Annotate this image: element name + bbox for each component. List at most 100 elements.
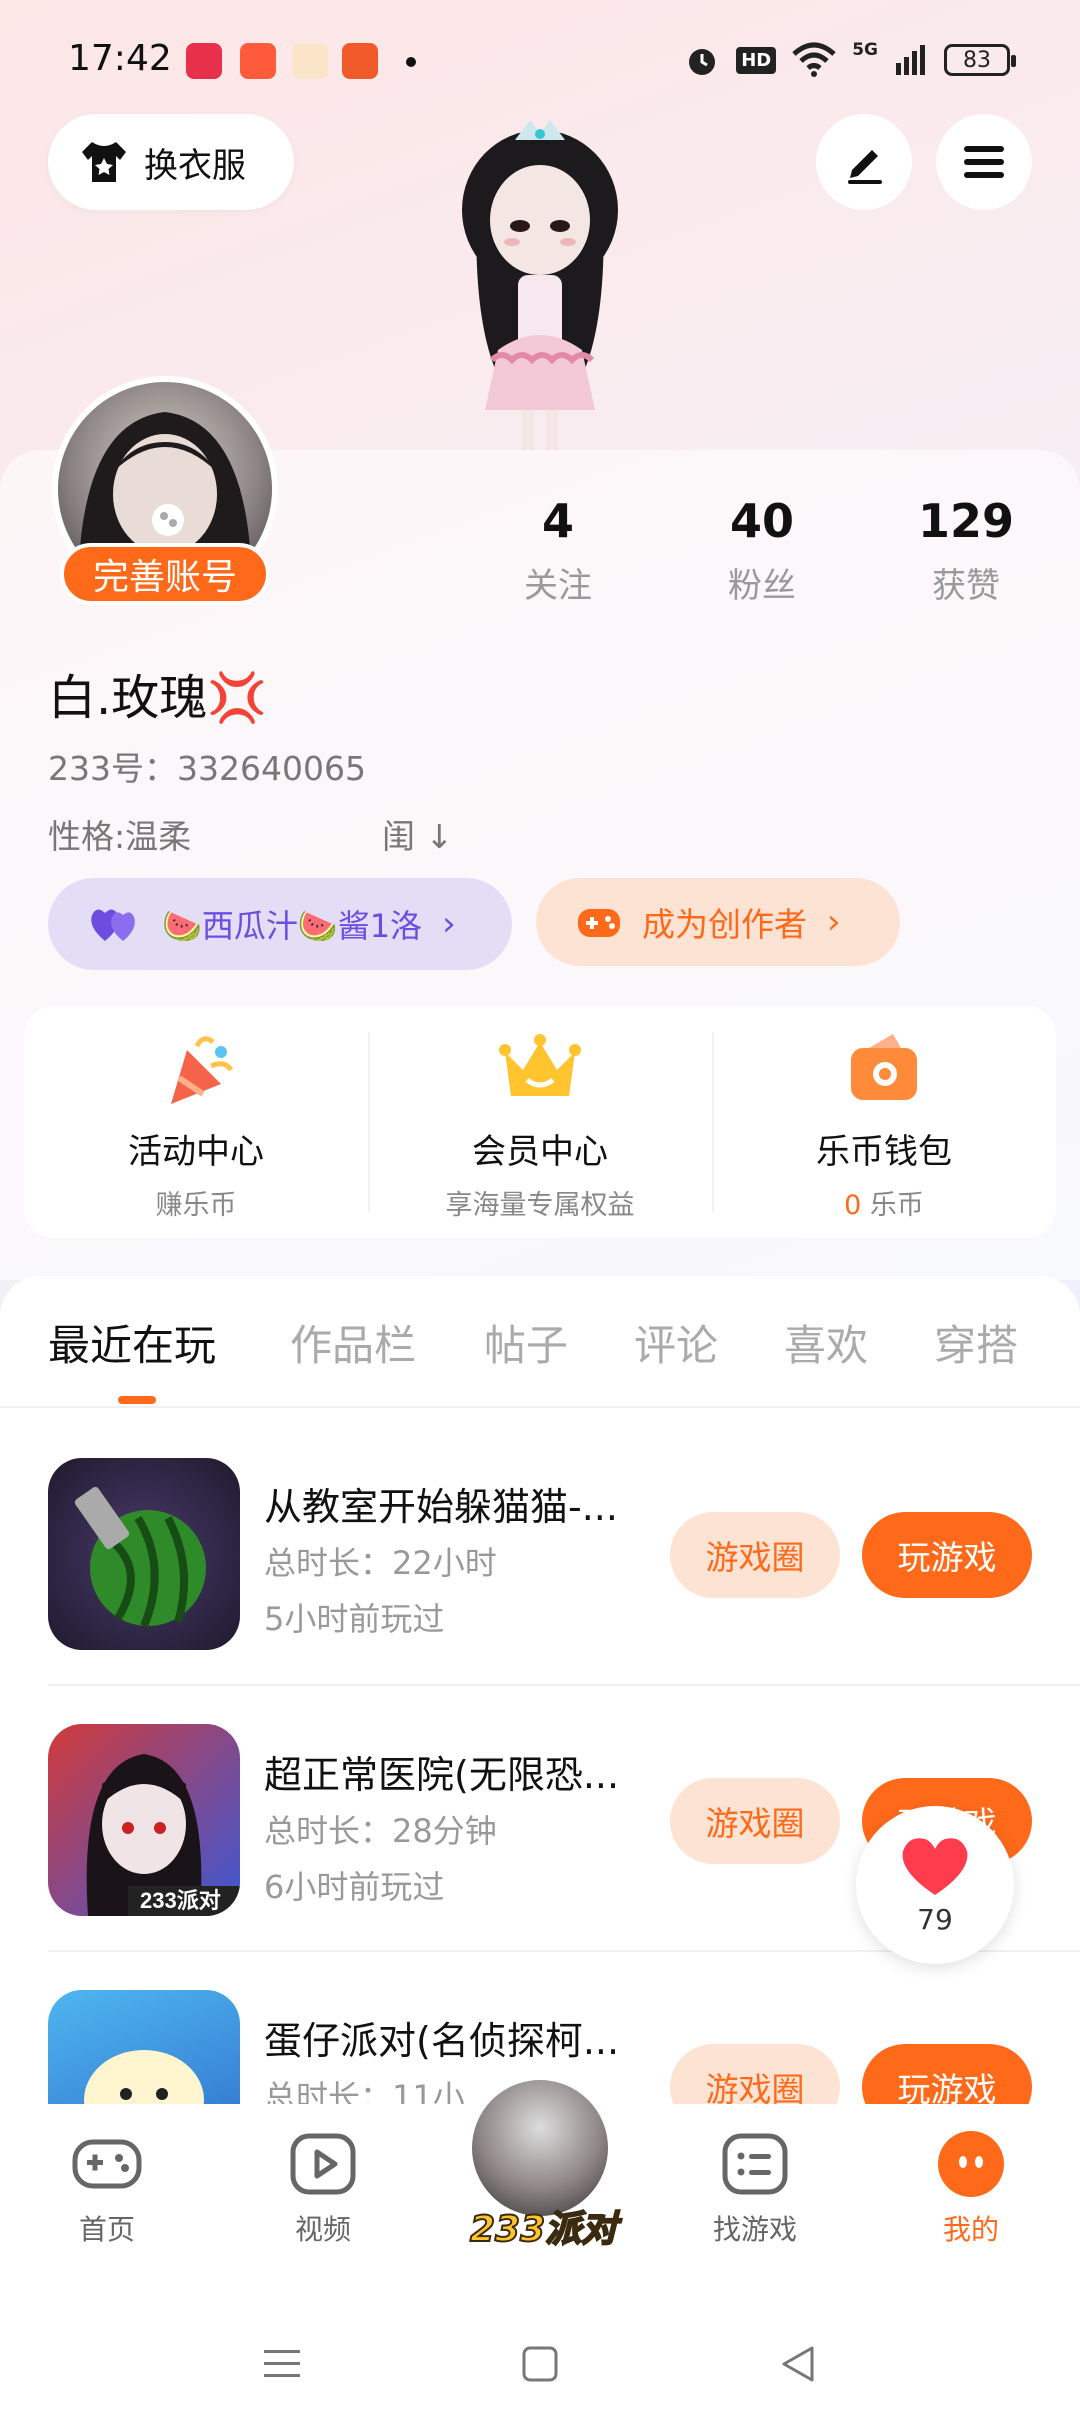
likes-label: 获赞 [932,566,1000,606]
group-chip[interactable]: 🍉西瓜汁🍉酱1洛 › [48,878,512,970]
active-tab-indicator [118,1396,156,1404]
tab-comments[interactable]: 评论 [634,1312,718,1373]
change-outfit-label: 换衣服 [144,145,246,186]
video-play-icon [290,2133,356,2195]
party-popper-icon [171,1036,234,1104]
nav-find-games[interactable]: 找游戏 [680,2128,830,2248]
friend-tag: 闺 ↓ [382,817,454,856]
tab-outfits[interactable]: 穿搭 [934,1312,1018,1373]
party-center-button[interactable] [468,2076,612,2220]
heart-icon [902,1837,968,1895]
chevron-right-icon: › [442,904,456,944]
system-nav-bar [0,2300,1080,2412]
coin-balance: 0 [844,1190,862,1221]
game-last-played: 5小时前玩过 [264,1600,445,1638]
status-icons: HD 5G 83 [684,40,1016,80]
tab-recent-played[interactable]: 最近在玩 [48,1312,216,1373]
fans-stat[interactable]: 40 粉丝 [682,494,842,607]
svg-text:233派对: 233派对 [140,1888,221,1913]
services-card: 活动中心 赚乐币 会员中心 享海量专属权益 乐币钱包 0 乐币 [24,1006,1056,1238]
likes-stat[interactable]: 129 获赞 [886,494,1046,607]
game-duration: 总时长：28分钟 [264,1812,497,1850]
become-creator-label: 成为创作者 [642,905,807,944]
play-game-button[interactable]: 玩游戏 [862,1512,1032,1598]
user-id: 233号：332640065 [48,749,366,788]
nav-mine[interactable]: 我的 [896,2128,1046,2248]
activity-center-title: 活动中心 [128,1132,264,1172]
avatar-character[interactable] [420,120,660,450]
shirt-icon [82,142,126,182]
username: 白.玫瑰💢 [48,670,268,726]
activity-center[interactable]: 活动中心 赚乐币 [24,1006,368,1238]
tab-posts[interactable]: 帖子 [484,1312,568,1373]
personality-tag: 性格:温柔 [48,817,192,856]
group-chip-label: 🍉西瓜汁🍉酱1洛 [162,907,423,945]
fans-count: 40 [729,494,794,548]
game-icon-hide-and-seek[interactable] [48,1458,240,1650]
likes-count: 129 [917,494,1015,548]
nav-video[interactable]: 视频 [248,2128,398,2248]
party-logo[interactable]: 233派对 [469,2200,618,2252]
like-count: 79 [917,1902,953,1936]
signal-icon [896,45,925,75]
row-divider [48,1684,1080,1686]
status-time: 17:42 [68,38,172,79]
nav-home-label: 首页 [78,2213,135,2246]
video-app-icon [186,43,222,79]
crown-icon [499,1034,581,1096]
gamepad-icon [578,909,620,937]
music-app-icon [240,43,276,79]
home-square-icon[interactable] [520,2344,560,2384]
game-last-played: 6小时前玩过 [264,1868,445,1906]
back-triangle-icon[interactable] [778,2344,818,2384]
member-center[interactable]: 会员中心 享海量专属权益 [368,1006,712,1238]
network-type: 5G [852,40,878,60]
alarm-icon [689,49,716,75]
recent-apps-icon[interactable] [262,2344,302,2384]
tab-likes[interactable]: 喜欢 [784,1312,868,1373]
gamepad-icon [72,2139,142,2189]
nav-find-games-label: 找游戏 [712,2213,797,2246]
edit-profile-button[interactable] [816,114,912,210]
hd-icon: HD [736,46,777,74]
coin-wallet[interactable]: 乐币钱包 0 乐币 [712,1006,1056,1238]
nav-video-label: 视频 [294,2213,351,2246]
become-creator-button[interactable]: 成为创作者 › [536,878,900,966]
party-app-icon [342,43,378,79]
watermelon-icon [74,1486,206,1628]
anime-girl-icon: 233派对 [86,1754,240,1916]
menu-button[interactable] [936,114,1032,210]
profile-face-icon [938,2131,1004,2197]
wifi-icon [792,42,836,77]
tab-works[interactable]: 作品栏 [290,1312,416,1373]
menu-icon [964,146,1004,178]
coin-unit: 乐币 [861,1190,924,1221]
following-label: 关注 [524,566,592,606]
game-circle-button[interactable]: 游戏圈 [670,1778,840,1864]
member-center-title: 会员中心 [472,1132,608,1172]
double-heart-icon [91,909,135,941]
more-notifications-dot [406,57,416,67]
game-title[interactable]: 超正常医院(无限恐... [264,1744,664,1799]
change-outfit-button[interactable]: 换衣服 [48,114,294,210]
battery-icon: 83 [944,44,1016,76]
coin-wallet-sub: 0 乐币 [844,1183,924,1222]
following-count: 4 [541,494,574,548]
status-bar: 17:42 HD 5G 83 [0,0,1080,120]
chevron-right-icon: › [827,902,841,942]
game-app-icon [292,43,328,79]
wallet-icon [851,1034,917,1100]
game-icon-hospital[interactable]: 233派对 [48,1724,240,1916]
floating-like-button[interactable]: 79 [856,1806,1014,1964]
edit-pen-icon [848,150,882,184]
list-icon [722,2133,788,2195]
nav-home[interactable]: 首页 [32,2128,182,2248]
complete-account-badge[interactable]: 完善账号 [60,543,270,605]
game-title[interactable]: 从教室开始躲猫猫-... [264,1476,664,1531]
activity-center-sub: 赚乐币 [155,1190,237,1221]
member-center-sub: 享海量专属权益 [445,1190,635,1221]
game-title[interactable]: 蛋仔派对(名侦探柯... [264,2010,664,2065]
following-stat[interactable]: 4 关注 [478,494,638,607]
tabs-divider [0,1406,1080,1408]
game-circle-button[interactable]: 游戏圈 [670,1512,840,1598]
